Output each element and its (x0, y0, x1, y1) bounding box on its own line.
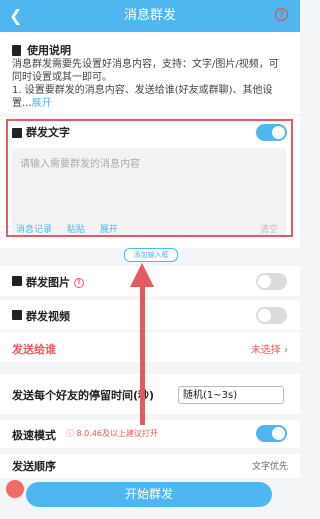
video-toggle[interactable] (256, 307, 287, 324)
fast-mode-row: 极速模式 ⓘ 8.0.46及以上建议打开 (0, 420, 300, 448)
highlight-box (6, 119, 293, 237)
question-icon[interactable]: ? (275, 8, 288, 21)
instructions-text-2: 1. 设置要群发的消息内容、发送给谁(好友或群聊)、其他设置...展开 (12, 85, 282, 110)
instructions-expand-link[interactable]: 展开 (32, 98, 52, 109)
stay-time-label: 发送每个好友的停留时间(秒) (12, 389, 155, 402)
fast-mode-note: ⓘ 8.0.46及以上建议打开 (66, 429, 158, 438)
recipients-row[interactable]: 发送给谁 未选择 › (0, 332, 300, 362)
order-label: 发送顺序 (12, 460, 56, 473)
video-section-label: 群发视频 (26, 310, 70, 323)
fast-mode-toggle[interactable] (256, 425, 287, 442)
recipients-label: 发送给谁 (12, 343, 56, 356)
arrow-head (130, 263, 154, 287)
image-icon (12, 276, 22, 286)
image-toggle[interactable] (256, 273, 287, 290)
info-icon[interactable]: ? (74, 278, 84, 288)
video-section: 群发视频 (0, 300, 300, 330)
page-title: 消息群发 (123, 8, 176, 23)
video-icon (12, 310, 22, 320)
instructions-text-1: 消息群发需要先设置好消息内容，支持：文字/图片/视频，可同时设置或其一即可。 (12, 59, 279, 83)
header-bar: ❮ 消息群发 ? (0, 0, 300, 32)
start-broadcast-button[interactable]: 开始群发 (26, 482, 272, 507)
add-input-button[interactable]: 添加输入框 (124, 248, 178, 262)
book-icon (12, 45, 21, 56)
instructions-panel: 使用说明 消息群发需要先设置好消息内容，支持：文字/图片/视频，可同时设置或其一… (0, 32, 300, 114)
order-row: 发送顺序 文字优先 (0, 454, 300, 478)
stay-time-input[interactable]: 随机(1~3s) (178, 386, 284, 404)
order-value[interactable]: 文字优先 (252, 459, 288, 472)
recipients-value: 未选择 › (250, 345, 288, 356)
fast-mode-label: 极速模式 (12, 429, 56, 442)
info-icon: ⓘ (66, 429, 74, 438)
arrow-shaft (140, 285, 145, 425)
floating-app-icon[interactable] (6, 480, 24, 498)
image-section-label: 群发图片? (26, 274, 84, 290)
instructions-heading: 使用说明 (27, 44, 71, 57)
